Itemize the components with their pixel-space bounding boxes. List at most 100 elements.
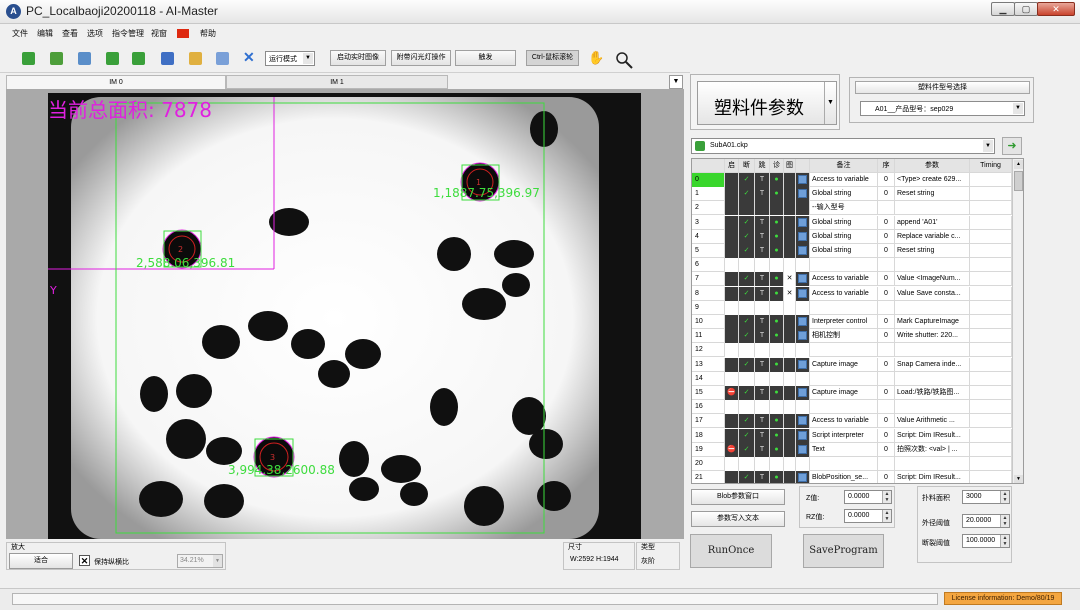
status-cell[interactable] [755, 201, 770, 216]
status-dot-icon[interactable]: ● [770, 442, 784, 457]
new-program-icon[interactable] [22, 52, 35, 65]
status-cell[interactable] [770, 400, 784, 415]
enabled-check-icon[interactable]: ✓ [739, 386, 755, 400]
breakpoint-icon[interactable]: ⛔ [725, 442, 739, 457]
status-cell[interactable] [725, 357, 739, 372]
status-cell[interactable] [725, 457, 739, 471]
enabled-check-icon[interactable]: ✓ [739, 315, 755, 329]
status-cell[interactable] [784, 371, 796, 386]
enabled-check-icon[interactable]: ✓ [739, 173, 755, 187]
tool-t-icon[interactable]: T [755, 315, 770, 329]
status-cell[interactable] [725, 315, 739, 329]
status-cell[interactable] [739, 400, 755, 415]
menu-window[interactable]: 视窗 [151, 28, 167, 39]
status-cell[interactable] [770, 457, 784, 471]
tool-t-icon[interactable]: T [755, 414, 770, 429]
status-cell[interactable] [784, 215, 796, 230]
status-cell[interactable] [784, 173, 796, 187]
enabled-check-icon[interactable]: ✓ [739, 187, 755, 202]
spinner-arrows-icon[interactable]: ▲ ▼ [1000, 515, 1009, 527]
breakpoint-icon[interactable]: ⛔ [725, 386, 739, 400]
enabled-check-icon[interactable]: ✓ [739, 286, 755, 301]
z-input[interactable]: 0.0000 ▲ ▼ [844, 490, 892, 504]
status-cell[interactable] [739, 343, 755, 358]
status-cell[interactable] [770, 258, 784, 273]
minimize-button[interactable]: ▁ [991, 2, 1015, 16]
status-cell[interactable] [739, 201, 755, 216]
table-row[interactable]: 1 ✓ T ● Global string 0 Reset string [692, 187, 1018, 202]
spinner-arrows-icon[interactable]: ▲ ▼ [882, 491, 891, 503]
status-cell[interactable] [755, 400, 770, 415]
menu-edit[interactable]: 编辑 [37, 28, 53, 39]
flash-operation-button[interactable]: 附带闪光灯操作 [391, 50, 451, 66]
sub-program-select[interactable]: SubA01.ckp ▼ [691, 138, 995, 154]
status-cell[interactable] [725, 229, 739, 244]
run-once-button[interactable]: RunOnce [690, 534, 772, 568]
status-cell[interactable] [755, 457, 770, 471]
status-dot-icon[interactable]: ● [770, 386, 784, 400]
status-cell[interactable] [784, 471, 796, 483]
table-row[interactable]: 5 ✓ T ● Global string 0 Reset string [692, 244, 1018, 258]
scroll-thumb[interactable] [1014, 171, 1023, 191]
zoom-percent-select[interactable]: 34.21% ▼ [177, 554, 223, 568]
status-dot-icon[interactable]: ● [770, 187, 784, 202]
status-cell[interactable] [784, 315, 796, 329]
table-row[interactable]: 18 ✓ T ● Script interpreter 0 Script: Dim IRes… [692, 428, 1018, 443]
maximize-button[interactable]: ▢ [1014, 2, 1038, 16]
insert-step-icon[interactable] [106, 52, 119, 65]
status-dot-icon[interactable]: ● [770, 357, 784, 372]
break-threshold-input[interactable]: 100.0000 ▲ ▼ [962, 534, 1010, 548]
status-cell[interactable] [784, 442, 796, 457]
status-cell[interactable] [784, 400, 796, 415]
enabled-check-icon[interactable]: ✓ [739, 272, 755, 287]
tool-t-icon[interactable]: T [755, 272, 770, 287]
rz-input[interactable]: 0.0000 ▲ ▼ [844, 509, 892, 523]
tool-t-icon[interactable]: T [755, 357, 770, 372]
status-cell[interactable] [725, 272, 739, 287]
status-cell[interactable] [739, 300, 755, 315]
import-icon[interactable] [50, 52, 63, 65]
status-dot-icon[interactable]: ● [770, 414, 784, 429]
status-cell[interactable] [725, 371, 739, 386]
export-icon[interactable] [78, 52, 91, 65]
blob-window-button[interactable]: Blob参数窗口 [691, 489, 785, 505]
spinner-arrows-icon[interactable]: ▲ ▼ [882, 510, 891, 522]
spinner-arrows-icon[interactable]: ▲ ▼ [1000, 535, 1009, 547]
table-row[interactable]: 9 [692, 300, 1018, 315]
status-cell[interactable] [725, 428, 739, 443]
table-row[interactable]: 15 ⛔ ✓ T ● Capture image 0 Load:/铁路/铁路图... [692, 386, 1018, 400]
status-cell[interactable] [725, 201, 739, 216]
table-row[interactable]: 10 ✓ T ● Interpreter control 0 Mark CaptureIma… [692, 315, 1018, 329]
status-dot-icon[interactable]: ● [770, 215, 784, 230]
status-cell[interactable] [770, 201, 784, 216]
table-row[interactable]: 13 ✓ T ● Capture image 0 Snap Camera inde... [692, 357, 1018, 372]
status-dot-icon[interactable]: ● [770, 244, 784, 258]
status-cell[interactable] [725, 258, 739, 273]
enabled-check-icon[interactable]: ✓ [739, 442, 755, 457]
status-cell[interactable] [725, 300, 739, 315]
tool-t-icon[interactable]: T [755, 215, 770, 230]
table-row[interactable]: 2 --输入型号 [692, 201, 1018, 216]
status-cell[interactable] [725, 215, 739, 230]
status-cell[interactable] [725, 329, 739, 344]
status-dot-icon[interactable]: ● [770, 315, 784, 329]
zoom-magnifier-icon[interactable] [612, 48, 634, 70]
status-cell[interactable] [784, 357, 796, 372]
status-cell[interactable] [784, 386, 796, 400]
status-cell[interactable] [784, 343, 796, 358]
table-row[interactable]: 14 [692, 371, 1018, 386]
enabled-check-icon[interactable]: ✓ [739, 244, 755, 258]
model-select[interactable]: A01__产品型号：sep029 ▼ [860, 101, 1025, 116]
diag-x-icon[interactable]: ✕ [784, 286, 796, 301]
diag-x-icon[interactable]: ✕ [784, 272, 796, 287]
status-cell[interactable] [739, 258, 755, 273]
open-folder-icon[interactable] [189, 52, 202, 65]
enabled-check-icon[interactable]: ✓ [739, 471, 755, 483]
tool-t-icon[interactable]: T [755, 187, 770, 202]
status-cell[interactable] [739, 371, 755, 386]
status-dot-icon[interactable]: ● [770, 286, 784, 301]
menu-file[interactable]: 文件 [12, 28, 28, 39]
status-dot-icon[interactable]: ● [770, 329, 784, 344]
table-row[interactable]: 3 ✓ T ● Global string 0 append 'A01' [692, 215, 1018, 230]
tool-t-icon[interactable]: T [755, 386, 770, 400]
